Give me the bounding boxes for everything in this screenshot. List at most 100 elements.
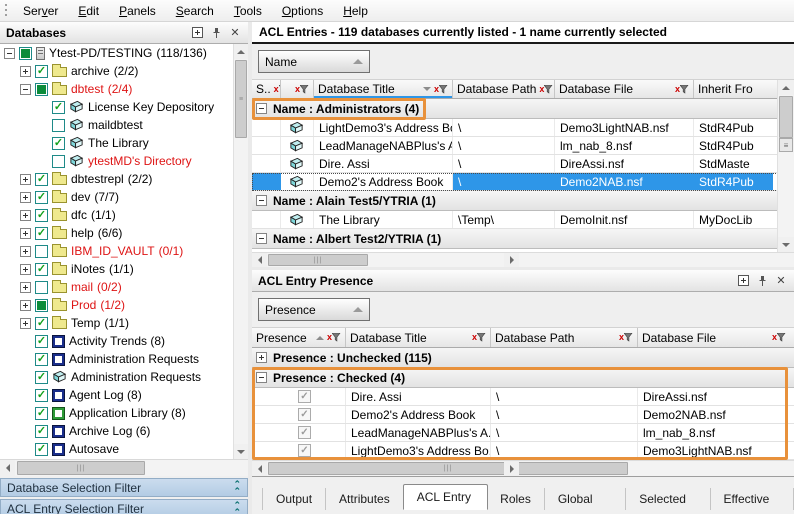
tree-item-mail[interactable]: mail(0/2) bbox=[0, 278, 248, 296]
collapse-chevron-icon[interactable]: ⌃⌃ bbox=[233, 502, 241, 514]
collapse-chevron-icon[interactable]: ⌃⌃ bbox=[233, 481, 241, 495]
tree-item-dev[interactable]: dev(7/7) bbox=[0, 188, 248, 206]
tree-checkbox[interactable] bbox=[19, 47, 32, 60]
scrollbar-thumb[interactable] bbox=[779, 96, 793, 138]
tree-checkbox[interactable] bbox=[35, 173, 48, 186]
column-filter-icon[interactable]: x bbox=[274, 85, 281, 94]
pin-icon[interactable] bbox=[755, 274, 769, 288]
menu-item-edit[interactable]: Edit bbox=[68, 1, 109, 21]
expand-icon[interactable] bbox=[20, 318, 31, 329]
expand-icon[interactable] bbox=[20, 174, 31, 185]
tree-item-ytestmd-directory[interactable]: ytestMD's Directory bbox=[0, 152, 248, 170]
tree-item-maildbtest[interactable]: maildbtest bbox=[0, 116, 248, 134]
menu-item-panels[interactable]: Panels bbox=[109, 1, 166, 21]
collapse-icon[interactable] bbox=[256, 103, 267, 114]
presence-checkbox[interactable] bbox=[298, 390, 311, 403]
collapse-icon[interactable] bbox=[256, 195, 267, 206]
tree-item-activity-trends[interactable]: Activity Trends (8) bbox=[0, 332, 248, 350]
scroll-down-icon[interactable] bbox=[234, 444, 248, 459]
presence-row[interactable]: Dire. Assi \ DireAssi.nsf bbox=[252, 388, 794, 406]
scroll-right-icon[interactable] bbox=[504, 461, 519, 476]
column-header-database-title[interactable]: Database Title x bbox=[346, 328, 491, 347]
expand-panel-icon[interactable] bbox=[190, 26, 204, 40]
presence-horizontal-scrollbar[interactable]: ||| bbox=[252, 460, 794, 476]
tree-item-application-library[interactable]: Application Library (8) bbox=[0, 404, 248, 422]
close-panel-icon[interactable]: ✕ bbox=[774, 274, 788, 288]
acl-entry-row[interactable]: LightDemo3's Address Bo... \ Demo3LightN… bbox=[252, 119, 794, 137]
tree-item-license-key-depository[interactable]: License Key Depository bbox=[0, 98, 248, 116]
presence-checkbox[interactable] bbox=[298, 408, 311, 421]
tree-checkbox[interactable] bbox=[35, 425, 48, 438]
tree-item-help[interactable]: help(6/6) bbox=[0, 224, 248, 242]
tree-vertical-scrollbar[interactable]: ≡ bbox=[233, 44, 248, 459]
expand-icon[interactable] bbox=[20, 66, 31, 77]
tree-checkbox[interactable] bbox=[35, 389, 48, 402]
collapse-icon[interactable] bbox=[20, 84, 31, 95]
tree-item-administration-requests-2[interactable]: Administration Requests bbox=[0, 368, 248, 386]
column-filter-icon[interactable]: x bbox=[472, 333, 486, 342]
tree-item-archive[interactable]: archive(2/2) bbox=[0, 62, 248, 80]
column-filter-icon[interactable]: x bbox=[772, 333, 786, 342]
tree-item-server-root[interactable]: Ytest-PD/TESTING(118/136) bbox=[0, 44, 248, 62]
tree-checkbox[interactable] bbox=[35, 299, 48, 312]
column-filter-icon[interactable]: x bbox=[327, 333, 341, 342]
acl-entry-selection-filter-bar[interactable]: ACL Entry Selection Filter ⌃⌃ bbox=[0, 499, 248, 514]
menu-item-options[interactable]: Options bbox=[272, 1, 333, 21]
column-header-database-file[interactable]: Database File x bbox=[638, 328, 790, 347]
acl-entry-row[interactable]: LeadManageNABPlus's A... \ lm_nab_8.nsf … bbox=[252, 137, 794, 155]
tree-checkbox[interactable] bbox=[35, 209, 48, 222]
scroll-down-icon[interactable] bbox=[778, 237, 794, 252]
scrollbar-thumb[interactable]: ≡ bbox=[235, 60, 247, 138]
tree-checkbox[interactable] bbox=[35, 317, 48, 330]
tree-horizontal-scrollbar[interactable]: ||| bbox=[0, 460, 248, 476]
tab-effective[interactable]: Effective A... bbox=[711, 488, 794, 510]
scroll-up-icon[interactable] bbox=[778, 80, 794, 95]
groupby-name-button[interactable]: Name bbox=[258, 50, 370, 73]
tree-checkbox[interactable] bbox=[35, 407, 48, 420]
column-header-database-path[interactable]: Database Path x bbox=[491, 328, 638, 347]
column-header-database-title[interactable]: Database Title x bbox=[314, 80, 453, 98]
group-row-alain-test5[interactable]: Name : Alain Test5/YTRIA (1) bbox=[252, 191, 794, 211]
column-filter-icon[interactable]: x bbox=[295, 85, 309, 94]
tab-roles[interactable]: Roles bbox=[487, 488, 545, 510]
expand-icon[interactable] bbox=[20, 210, 31, 221]
column-filter-icon[interactable]: x bbox=[619, 333, 633, 342]
tree-item-ibm-id-vault[interactable]: IBM_ID_VAULT(0/1) bbox=[0, 242, 248, 260]
tree-checkbox[interactable] bbox=[35, 245, 48, 258]
scrollbar-thumb[interactable]: ||| bbox=[268, 462, 628, 475]
scrollbar-thumb[interactable]: ||| bbox=[268, 254, 368, 266]
presence-row[interactable]: LightDemo3's Address Bo... \ Demo3LightN… bbox=[252, 442, 794, 460]
tab-selected[interactable]: Selected A... bbox=[626, 488, 710, 510]
tree-item-temp[interactable]: Temp(1/1) bbox=[0, 314, 248, 332]
tree-checkbox[interactable] bbox=[52, 155, 65, 168]
acl-entry-row[interactable]: The Library \Temp\ DemoInit.nsf MyDocLib bbox=[252, 211, 794, 229]
tab-global-acl[interactable]: Global AC... bbox=[545, 488, 626, 510]
collapse-icon[interactable] bbox=[4, 48, 15, 59]
tree-checkbox[interactable] bbox=[35, 191, 48, 204]
pin-icon[interactable] bbox=[209, 26, 223, 40]
tree-item-prod[interactable]: Prod(1/2) bbox=[0, 296, 248, 314]
column-header-presence[interactable]: Presence x bbox=[252, 328, 346, 347]
menu-item-search[interactable]: Search bbox=[166, 1, 224, 21]
tree-checkbox[interactable] bbox=[52, 101, 65, 114]
column-header-selection[interactable]: S.. x bbox=[252, 80, 281, 98]
expand-icon[interactable] bbox=[20, 228, 31, 239]
expand-panel-icon[interactable] bbox=[736, 274, 750, 288]
tree-item-dbtest[interactable]: dbtest(2/4) bbox=[0, 80, 248, 98]
scroll-left-icon[interactable] bbox=[0, 460, 15, 476]
section-split-icon[interactable]: ≡ bbox=[779, 138, 793, 152]
tree-checkbox[interactable] bbox=[35, 281, 48, 294]
tree-checkbox[interactable] bbox=[35, 353, 48, 366]
column-filter-icon[interactable]: x bbox=[539, 85, 553, 94]
tab-output[interactable]: Output bbox=[262, 488, 326, 510]
tab-attributes[interactable]: Attributes bbox=[326, 488, 404, 510]
tree-checkbox[interactable] bbox=[35, 227, 48, 240]
tree-checkbox[interactable] bbox=[52, 119, 65, 132]
scroll-up-icon[interactable] bbox=[234, 44, 248, 59]
tree-item-archive-log[interactable]: Archive Log (6) bbox=[0, 422, 248, 440]
acl-entry-row[interactable]: Dire. Assi \ DireAssi.nsf StdMaste bbox=[252, 155, 794, 173]
column-header-icon[interactable]: x bbox=[281, 80, 314, 98]
database-selection-filter-bar[interactable]: Database Selection Filter ⌃⌃ bbox=[0, 478, 248, 497]
column-header-database-path[interactable]: Database Path x bbox=[453, 80, 555, 98]
menu-item-help[interactable]: Help bbox=[333, 1, 378, 21]
